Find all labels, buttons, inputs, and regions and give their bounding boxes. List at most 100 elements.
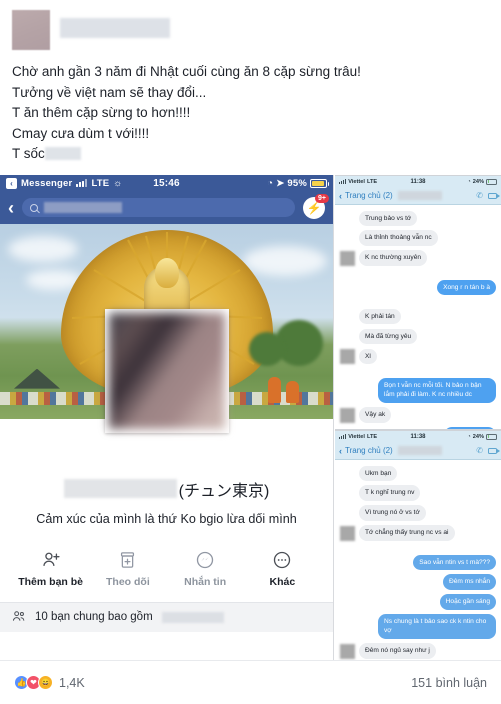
chat-top-status-bar: Viettel LTE 11:38 ◔ 24% [335,175,501,188]
messenger-icon [195,548,215,570]
ios-status-bar: ‹ Messenger LTE ☼ 15:46 ◔ ➤ 95% [0,174,333,192]
post-line-2: Tưởng về việt nam sẽ thay đổi... [12,84,207,100]
facebook-navbar: ‹ ⚡ 9+ [0,191,333,224]
message-row: Đêm ms nhắn [340,574,496,590]
temple-roof [14,368,60,389]
message-label: Nhắn tin [184,575,227,588]
redacted-word [44,147,81,161]
left-phone-screenshot[interactable]: ‹ Messenger LTE ☼ 15:46 ◔ ➤ 95% ‹ ⚡ 9+ (… [0,174,334,691]
chat-header-actions: ✆ [476,446,500,455]
friends-icon [12,610,26,625]
mutual-friends-label: 10 bạn chung bao gồm [35,611,153,624]
profile-action-bar: Thêm bạn bè Theo dõi Nhắn tin Khác [0,548,333,588]
status-app-label: Messenger [21,177,73,189]
location-arrow-icon: ➤ [276,177,285,189]
author-name-redacted[interactable] [60,18,170,38]
message-row: Sao vẫn ntin vs t mà??? [340,554,496,570]
search-icon [30,203,38,212]
message-bubble: Mà đã từng yêu [359,328,418,345]
comment-count[interactable]: 151 bình luận [411,676,487,690]
message-bubble: Xong r n tán b à [437,279,496,296]
post-footer: 👍 ❤ 😄 1,4K 151 bình luận [0,660,501,704]
reaction-count: 1,4K [59,675,85,690]
message-bubble: K phải tán [359,309,401,325]
message-row: Trung bảo vs tớ [340,210,496,226]
message-bubble: Tớ chẳng thấy trung nc vs ai [359,525,455,541]
monk-figure [268,376,281,403]
chat-bottom-header: ‹ Trang chủ (2) ✆ [335,442,501,460]
status-right-cluster: ◔ ➤ 95% [267,177,329,189]
more-button[interactable]: Khác [246,548,318,588]
video-camera-icon[interactable] [488,192,500,199]
message-bubble: Sao vẫn ntin vs t mà??? [413,554,496,570]
follow-icon [118,548,137,570]
avatar[interactable] [12,10,50,50]
message-row: Đêm nó ngủ say như j [340,643,496,659]
phone-icon[interactable]: ✆ [476,446,483,455]
message-button[interactable]: Nhắn tin [169,548,241,588]
back-icon[interactable]: ‹ [339,446,342,456]
message-row: Xong r n tán b à [340,279,496,296]
profile-name-redacted [63,479,177,499]
follow-button[interactable]: Theo dõi [92,548,164,588]
chat-header-actions: ✆ [476,191,500,200]
message-bubble: T k nghĩ trung nv [359,485,421,501]
video-camera-icon[interactable] [488,447,500,454]
message-bubble: Trung bảo vs tớ [359,210,418,226]
search-value-redacted [44,202,122,214]
more-label: Khác [269,575,296,588]
avatar [340,349,355,365]
right-chat-column: Viettel LTE 11:38 ◔ 24% ‹ Trang chủ (2) … [335,174,501,691]
contact-name-redacted [397,446,442,456]
message-row: Tớ chẳng thấy trung nc vs ai [340,525,496,541]
add-friend-label: Thêm bạn bè [18,575,83,588]
message-row: Bọn t vẫn nc mỗi tối. N bảo n bận lắm ph… [340,378,496,403]
message-bubble: Vậy ak [359,407,392,423]
profile-name-row: (チュン東京) [0,477,333,501]
message-bubble: Bọn t vẫn nc mỗi tối. N bảo n bận lắm ph… [378,378,496,403]
messenger-badge: 9+ [315,193,329,203]
chat-bottom-messages: Ukm bạn T k nghĩ trung nv Vì trung nó ở … [335,460,501,690]
avatar [340,525,355,541]
post-line-1: Chờ anh gần 3 năm đi Nhật cuối cùng ăn 8… [12,64,361,79]
message-row: K nc thường xuyên [340,250,496,266]
reactions-group[interactable]: 👍 ❤ 😄 1,4K [14,675,85,690]
mutual-friends-row[interactable]: 10 bạn chung bao gồm [0,601,333,632]
message-row: Mà đã từng yêu [340,328,496,345]
add-friend-button[interactable]: Thêm bạn bè [15,548,87,588]
status-back-icon[interactable]: ‹ [6,177,17,189]
signal-bars-icon [76,179,88,188]
status-time: 11:38 [410,433,426,440]
status-network: LTE [91,177,110,189]
chat-top-header: ‹ Trang chủ (2) ✆ [335,187,501,205]
message-row: K phải tán [340,309,496,325]
reaction-icons: 👍 ❤ 😄 [14,675,53,690]
back-label[interactable]: Trang chủ (2) [345,191,393,200]
battery-percent: 95% [287,177,307,189]
tree-decor [249,331,285,366]
back-icon[interactable]: ‹ [8,199,14,217]
chat-screenshot-bottom[interactable]: Viettel LTE 11:38 ◔ 24% ‹ Trang chủ (2) … [335,429,501,691]
profile-bio: Cảm xúc của mình là thứ Ko bgio lừa dối … [36,511,297,526]
profile-picture[interactable] [104,308,229,433]
chat-screenshot-top[interactable]: Viettel LTE 11:38 ◔ 24% ‹ Trang chủ (2) … [335,174,501,430]
message-bubble: Xl [359,348,377,365]
screenshot-collage: ‹ Messenger LTE ☼ 15:46 ◔ ➤ 95% ‹ ⚡ 9+ (… [0,174,501,691]
chat-bottom-status-bar: Viettel LTE 11:38 ◔ 24% [335,430,501,443]
more-icon [272,548,292,570]
message-bubble: Ns chung là t bảo sao ck k ntin cho vợ [378,614,496,639]
status-time: 11:38 [410,178,426,185]
search-input[interactable] [22,198,295,218]
back-label[interactable]: Trang chủ (2) [345,446,393,455]
mutual-names-redacted [161,611,224,623]
post-line-3: T ăn thêm cặp sừng to hơn!!!! [12,105,191,121]
message-row: Vậy ak [340,407,496,423]
message-bubble: Ukm bạn [359,465,398,481]
messenger-button[interactable]: ⚡ 9+ [303,193,329,219]
phone-icon[interactable]: ✆ [476,191,483,200]
message-row: Ukm bạn [340,465,496,481]
post-line-4: Cmay cưa dùm t với!!!! [12,125,150,141]
back-icon[interactable]: ‹ [339,191,342,201]
